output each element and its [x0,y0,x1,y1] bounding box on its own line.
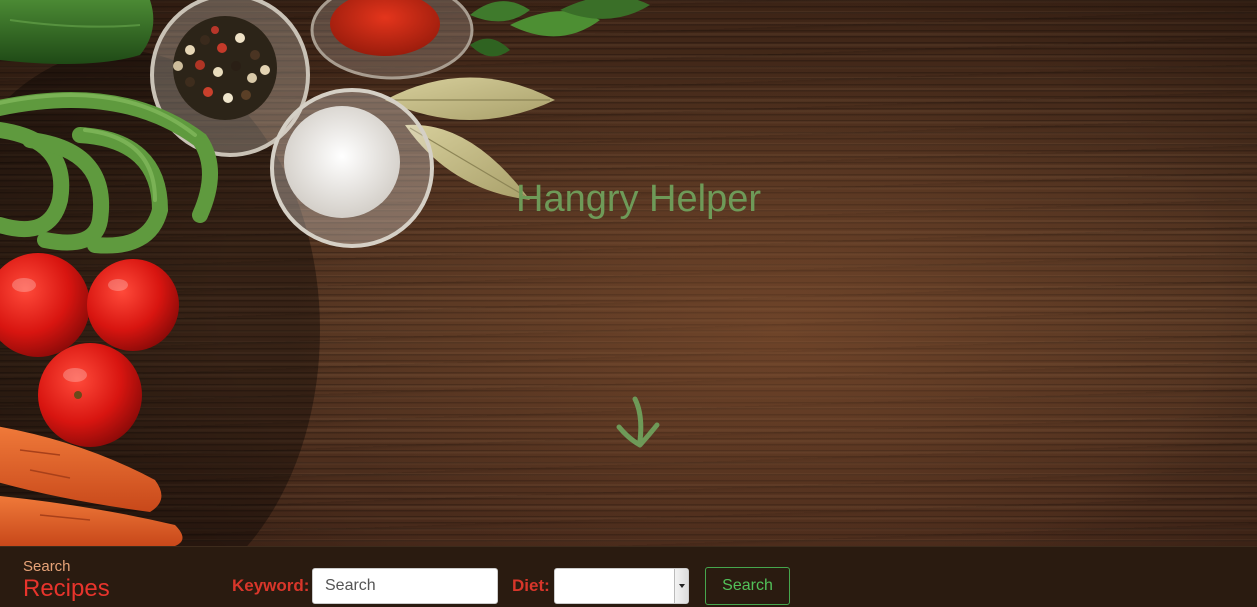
brand-recipes-text: Recipes [23,575,110,602]
arrow-down-icon[interactable] [613,395,663,453]
diet-label: Diet: [512,576,550,595]
search-recipes-brand: Search Recipes [23,559,110,601]
food-decoration-image [0,0,650,546]
recipe-search-bar: Search Recipes Keyword: Diet: Search [0,546,1257,607]
diet-select[interactable] [554,568,689,604]
chevron-down-icon [679,584,685,588]
keyword-label: Keyword: [232,576,310,595]
keyword-input[interactable] [312,568,498,604]
search-button[interactable]: Search [705,567,790,605]
hero-section: Hangry Helper [0,0,1257,546]
hero-title: Hangry Helper [516,178,761,220]
dropdown-handle[interactable] [674,569,688,603]
brand-search-text: Search [23,558,71,575]
